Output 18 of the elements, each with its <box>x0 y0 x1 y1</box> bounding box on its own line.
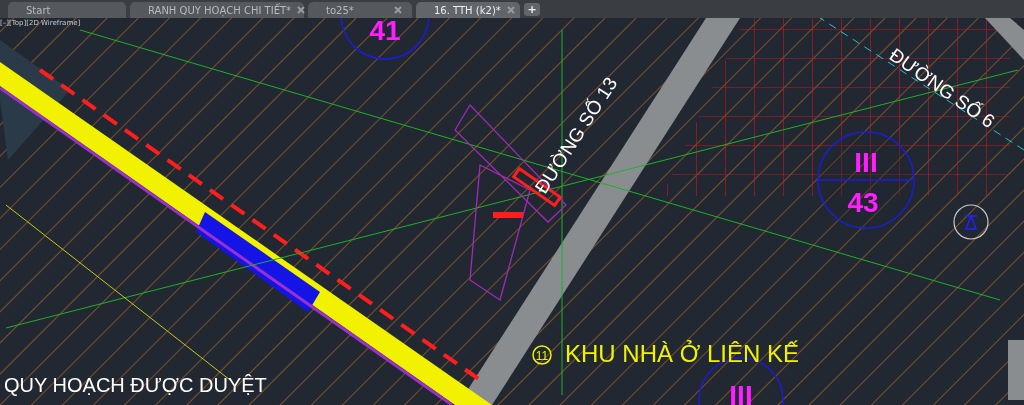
block-number: 41 <box>369 18 401 46</box>
block-zone: III <box>729 380 753 405</box>
file-tab[interactable]: Start <box>8 2 126 18</box>
new-tab-button[interactable]: + <box>524 3 540 16</box>
file-tab[interactable]: RANH QUY HOẠCH CHI TIẾT* <box>130 2 304 18</box>
file-tab[interactable]: to25* <box>308 2 412 18</box>
road <box>985 18 1024 60</box>
block-number: 43 <box>847 187 879 218</box>
close-icon[interactable] <box>394 6 402 14</box>
area-number: 11 <box>535 349 549 363</box>
file-tab[interactable]: 16. TTH (k2)* <box>416 2 520 18</box>
plan-title: QUY HOẠCH ĐƯỢC DUYỆT <box>4 374 267 396</box>
road <box>1008 340 1024 400</box>
area-name: KHU NHÀ Ở LIÊN KẾ <box>565 340 799 367</box>
close-icon[interactable] <box>506 6 515 14</box>
block-zone: III <box>854 147 878 178</box>
close-icon[interactable] <box>297 6 306 14</box>
phone-icon <box>953 204 989 240</box>
